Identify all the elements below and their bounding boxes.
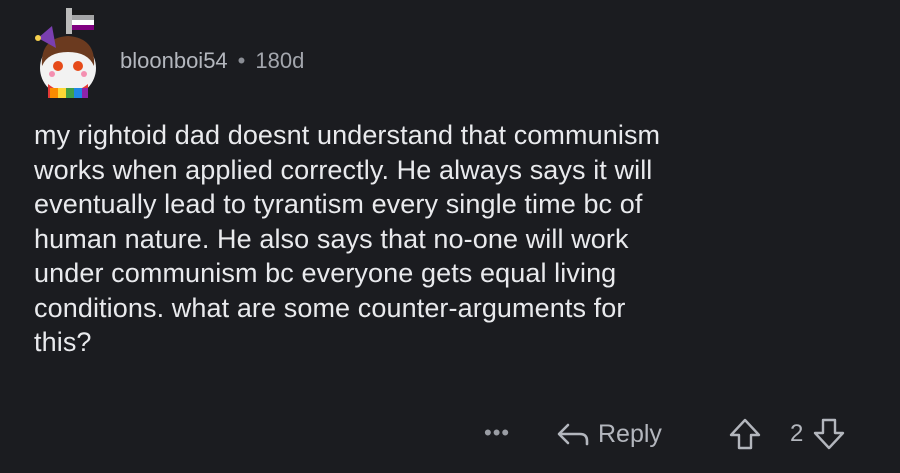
meta-separator: • xyxy=(237,48,246,73)
comment-meta: bloonboi54 • 180d xyxy=(120,46,304,76)
reply-label: Reply xyxy=(598,419,662,448)
downvote-button[interactable] xyxy=(812,417,846,456)
reply-button[interactable]: Reply xyxy=(556,414,662,454)
reply-arrow-icon xyxy=(557,423,589,446)
upvote-button[interactable] xyxy=(728,417,762,456)
upvote-arrow-icon xyxy=(729,418,761,450)
more-options-button[interactable]: ••• xyxy=(484,420,510,446)
comment-body: my rightoid dad doesnt understand that c… xyxy=(34,120,661,357)
comment-actions: ••• Reply 2 xyxy=(0,414,900,454)
comment-age: 180d xyxy=(255,48,305,73)
downvote-arrow-icon xyxy=(813,418,845,450)
user-avatar-snoo-icon[interactable] xyxy=(26,8,110,98)
vote-count: 2 xyxy=(790,420,804,447)
comment-card: bloonboi54 • 180d my rightoid dad doesnt… xyxy=(0,0,900,473)
username-link[interactable]: bloonboi54 xyxy=(120,48,228,74)
